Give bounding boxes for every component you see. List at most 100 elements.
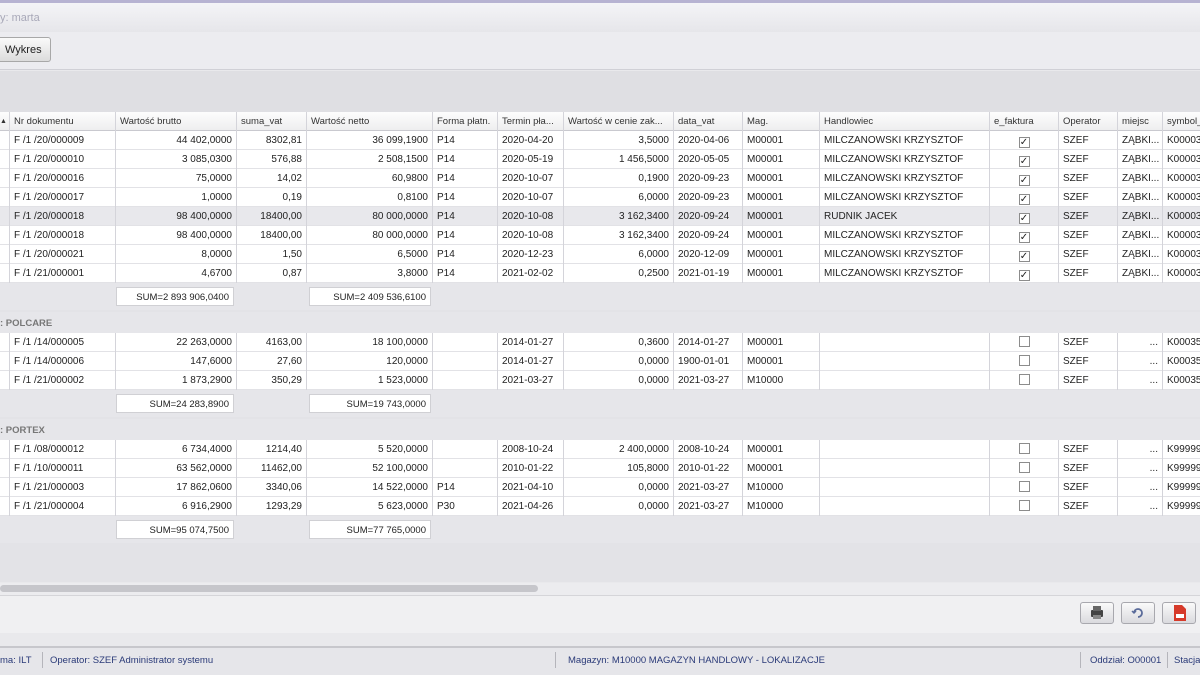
cell-mag: M00001 xyxy=(743,440,820,459)
cell-vat: 1293,29 xyxy=(237,497,307,516)
sort-arrow-icon[interactable]: ▲ xyxy=(0,112,10,131)
cell-forma xyxy=(433,352,498,371)
cell-nr: F /1 /20/000010 xyxy=(10,150,116,169)
e-faktura-checkbox[interactable]: ✓ xyxy=(1018,251,1030,262)
column-header[interactable]: suma_vat xyxy=(237,112,307,131)
cell-handlowiec xyxy=(820,459,990,478)
table-row[interactable]: F /1 /20/000017 1,0000 0,19 0,8100 P14 2020-1… xyxy=(0,188,1200,207)
group-header[interactable]: : PORTEX xyxy=(0,419,1200,440)
cell-termin: 2014-01-27 xyxy=(498,333,564,352)
scrollbar-thumb[interactable] xyxy=(0,585,538,592)
status-firma: ma: ILT xyxy=(0,655,32,666)
cell-symbol: K00035 xyxy=(1163,352,1200,371)
e-faktura-checkbox[interactable]: ✓ xyxy=(1018,270,1030,281)
table-row[interactable]: F /1 /21/000001 4,6700 0,87 3,8000 P14 2021-0… xyxy=(0,264,1200,283)
table-row[interactable]: F /1 /20/000010 3 085,0300 576,88 2 508,150… xyxy=(0,150,1200,169)
column-header[interactable]: e_faktura xyxy=(990,112,1059,131)
column-header[interactable]: Nr dokumentu xyxy=(10,112,116,131)
e-faktura-checkbox[interactable] xyxy=(1018,443,1030,454)
column-header[interactable]: Forma płatn. xyxy=(433,112,498,131)
e-faktura-checkbox[interactable] xyxy=(1018,481,1030,492)
wykres-button[interactable]: Wykres xyxy=(0,37,51,62)
grid-header: ▲ Nr dokumentu Wartość brutto suma_vat Warto… xyxy=(0,112,1200,131)
cell-brutto: 147,6000 xyxy=(116,352,237,371)
cell-zak: 0,0000 xyxy=(564,497,674,516)
column-header[interactable]: Wartość netto xyxy=(307,112,433,131)
cell-symbol: K00003 xyxy=(1163,188,1200,207)
e-faktura-checkbox[interactable] xyxy=(1018,462,1030,473)
e-faktura-checkbox[interactable]: ✓ xyxy=(1018,194,1030,205)
table-row[interactable]: F /1 /20/000021 8,0000 1,50 6,5000 P14 2020-1… xyxy=(0,245,1200,264)
table-row[interactable]: F /1 /20/000018 98 400,0000 18400,00 80 000… xyxy=(0,207,1200,226)
cell-netto: 36 099,1900 xyxy=(307,131,433,150)
cell-netto: 3,8000 xyxy=(307,264,433,283)
e-faktura-checkbox[interactable]: ✓ xyxy=(1018,137,1030,148)
print-button[interactable] xyxy=(1080,602,1114,624)
cell-handlowiec xyxy=(820,440,990,459)
sum-brutto: SUM=2 893 906,0400 xyxy=(116,287,234,306)
table-row[interactable]: F /1 /20/000016 75,0000 14,02 60,9800 P14 202… xyxy=(0,169,1200,188)
cell-data-vat: 2020-04-06 xyxy=(674,131,743,150)
cell-forma: P14 xyxy=(433,245,498,264)
cell-vat: 14,02 xyxy=(237,169,307,188)
table-row[interactable]: F /1 /10/000011 63 562,0000 11462,00 52 100… xyxy=(0,459,1200,478)
cell-forma: P14 xyxy=(433,188,498,207)
cell-mag: M00001 xyxy=(743,188,820,207)
e-faktura-checkbox[interactable] xyxy=(1018,374,1030,385)
refresh-button[interactable] xyxy=(1121,602,1155,624)
column-header[interactable]: Wartość brutto xyxy=(116,112,237,131)
pdf-button[interactable] xyxy=(1162,602,1196,624)
cell-miejsc: ... xyxy=(1118,371,1163,390)
column-header[interactable]: symbol_ xyxy=(1163,112,1200,131)
column-header[interactable]: data_vat xyxy=(674,112,743,131)
e-faktura-checkbox[interactable] xyxy=(1018,500,1030,511)
table-row[interactable]: F /1 /21/000003 17 862,0600 3340,06 14 522,… xyxy=(0,478,1200,497)
cell-data-vat: 2020-09-23 xyxy=(674,188,743,207)
table-row[interactable]: F /1 /20/000018 98 400,0000 18400,00 80 000… xyxy=(0,226,1200,245)
cell-forma: P14 xyxy=(433,478,498,497)
column-header[interactable]: Wartość w cenie zak... xyxy=(564,112,674,131)
cell-data-vat: 1900-01-01 xyxy=(674,352,743,371)
row-indicator xyxy=(0,459,10,478)
cell-forma: P14 xyxy=(433,150,498,169)
row-indicator xyxy=(0,207,10,226)
cell-netto: 0,8100 xyxy=(307,188,433,207)
cell-mag: M00001 xyxy=(743,264,820,283)
column-header[interactable]: Mag. xyxy=(743,112,820,131)
e-faktura-checkbox[interactable]: ✓ xyxy=(1018,175,1030,186)
cell-symbol: K99999 xyxy=(1163,497,1200,516)
cell-termin: 2014-01-27 xyxy=(498,352,564,371)
e-faktura-checkbox[interactable] xyxy=(1018,336,1030,347)
status-operator: Operator: SZEF Administrator systemu xyxy=(50,655,214,666)
cell-symbol: K00003 xyxy=(1163,207,1200,226)
table-row[interactable]: F /1 /20/000009 44 402,0000 8302,81 36 099,… xyxy=(0,131,1200,150)
table-row[interactable]: F /1 /14/000005 22 263,0000 4163,00 18 100,… xyxy=(0,333,1200,352)
cell-data-vat: 2020-12-09 xyxy=(674,245,743,264)
e-faktura-checkbox[interactable]: ✓ xyxy=(1018,213,1030,224)
e-faktura-checkbox[interactable]: ✓ xyxy=(1018,156,1030,167)
cell-mag: M00001 xyxy=(743,207,820,226)
table-row[interactable]: F /1 /14/000006 147,6000 27,60 120,0000 2014… xyxy=(0,352,1200,371)
cell-data-vat: 2020-09-24 xyxy=(674,226,743,245)
cell-forma: P14 xyxy=(433,169,498,188)
status-separator xyxy=(1080,652,1081,668)
column-header[interactable]: miejsc xyxy=(1118,112,1163,131)
e-faktura-checkbox[interactable] xyxy=(1018,355,1030,366)
group-header[interactable]: : POLCARE xyxy=(0,312,1200,333)
horizontal-scrollbar[interactable] xyxy=(0,583,1200,595)
table-row[interactable]: F /1 /21/000002 1 873,2900 350,29 1 523,000… xyxy=(0,371,1200,390)
row-indicator xyxy=(0,150,10,169)
cell-nr: F /1 /20/000016 xyxy=(10,169,116,188)
table-row[interactable]: F /1 /08/000012 6 734,4000 1214,40 5 520,00… xyxy=(0,440,1200,459)
cell-vat: 1,50 xyxy=(237,245,307,264)
e-faktura-checkbox[interactable]: ✓ xyxy=(1018,232,1030,243)
row-indicator xyxy=(0,333,10,352)
cell-forma: P30 xyxy=(433,497,498,516)
cell-netto: 5 520,0000 xyxy=(307,440,433,459)
column-header[interactable]: Operator xyxy=(1059,112,1118,131)
column-header[interactable]: Termin pła... xyxy=(498,112,564,131)
cell-vat: 27,60 xyxy=(237,352,307,371)
cell-miejsc: ZĄBKI... xyxy=(1118,226,1163,245)
table-row[interactable]: F /1 /21/000004 6 916,2900 1293,29 5 623,00… xyxy=(0,497,1200,516)
column-header[interactable]: Handlowiec xyxy=(820,112,990,131)
